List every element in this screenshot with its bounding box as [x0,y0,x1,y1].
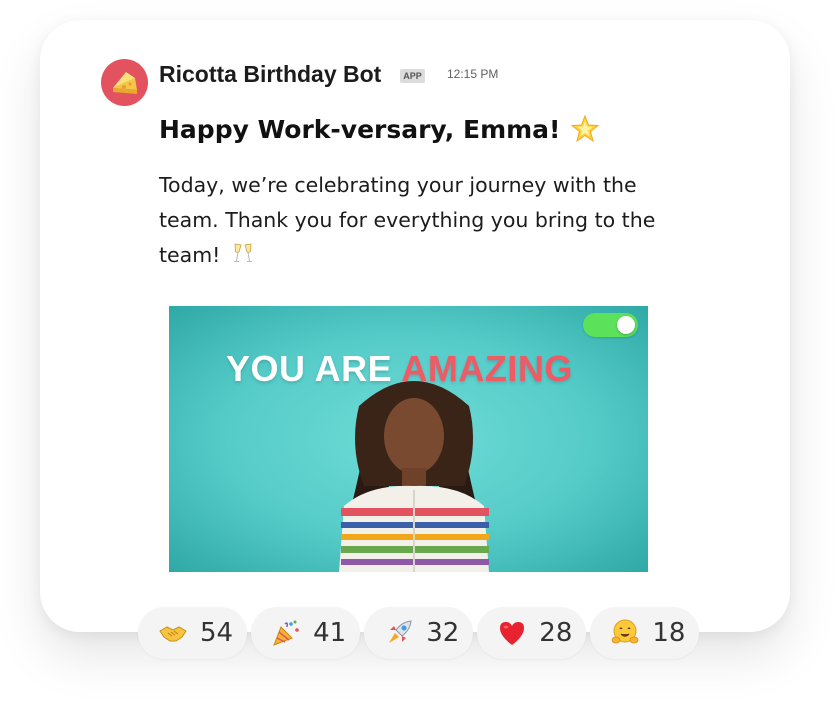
reaction-count: 41 [313,618,347,648]
sender-name[interactable]: Ricotta Birthday Bot [159,61,381,88]
reaction-count: 32 [426,618,460,648]
reaction-heart[interactable]: 28 [477,607,587,659]
reaction-count: 28 [539,618,573,648]
toggle-knob [617,316,635,334]
star-icon [571,114,600,143]
message-body: Today, we’re celebrating your journey wi… [159,168,659,273]
handshake-icon [159,626,187,642]
message-headline: Happy Work-versary, Emma! [159,114,600,144]
reaction-count: 54 [200,618,234,648]
rocket-icon [389,620,412,643]
reaction-count: 18 [652,618,686,648]
gif-toggle[interactable] [583,313,638,337]
reactions-bar: 54 41 32 28 18 [138,607,700,659]
bot-avatar[interactable] [101,59,148,106]
headline-text: Happy Work-versary, Emma! [159,114,561,144]
champagne-icon [233,243,252,262]
party-popper-icon [273,620,299,646]
reaction-hug[interactable]: 18 [590,607,700,659]
reaction-handshake[interactable]: 54 [138,607,248,659]
cheese-icon [112,71,137,94]
celebration-gif[interactable]: YOU ARE AMAZING [169,306,648,572]
reaction-party[interactable]: 41 [251,607,361,659]
reaction-rocket[interactable]: 32 [364,607,474,659]
person-illustration [339,381,489,572]
stage: Ricotta Birthday Bot APP 12:15 PM Happy … [0,0,840,709]
timestamp[interactable]: 12:15 PM [447,67,498,81]
app-badge: APP [400,69,425,83]
heart-icon [500,622,525,645]
hugging-face-icon [611,619,639,644]
